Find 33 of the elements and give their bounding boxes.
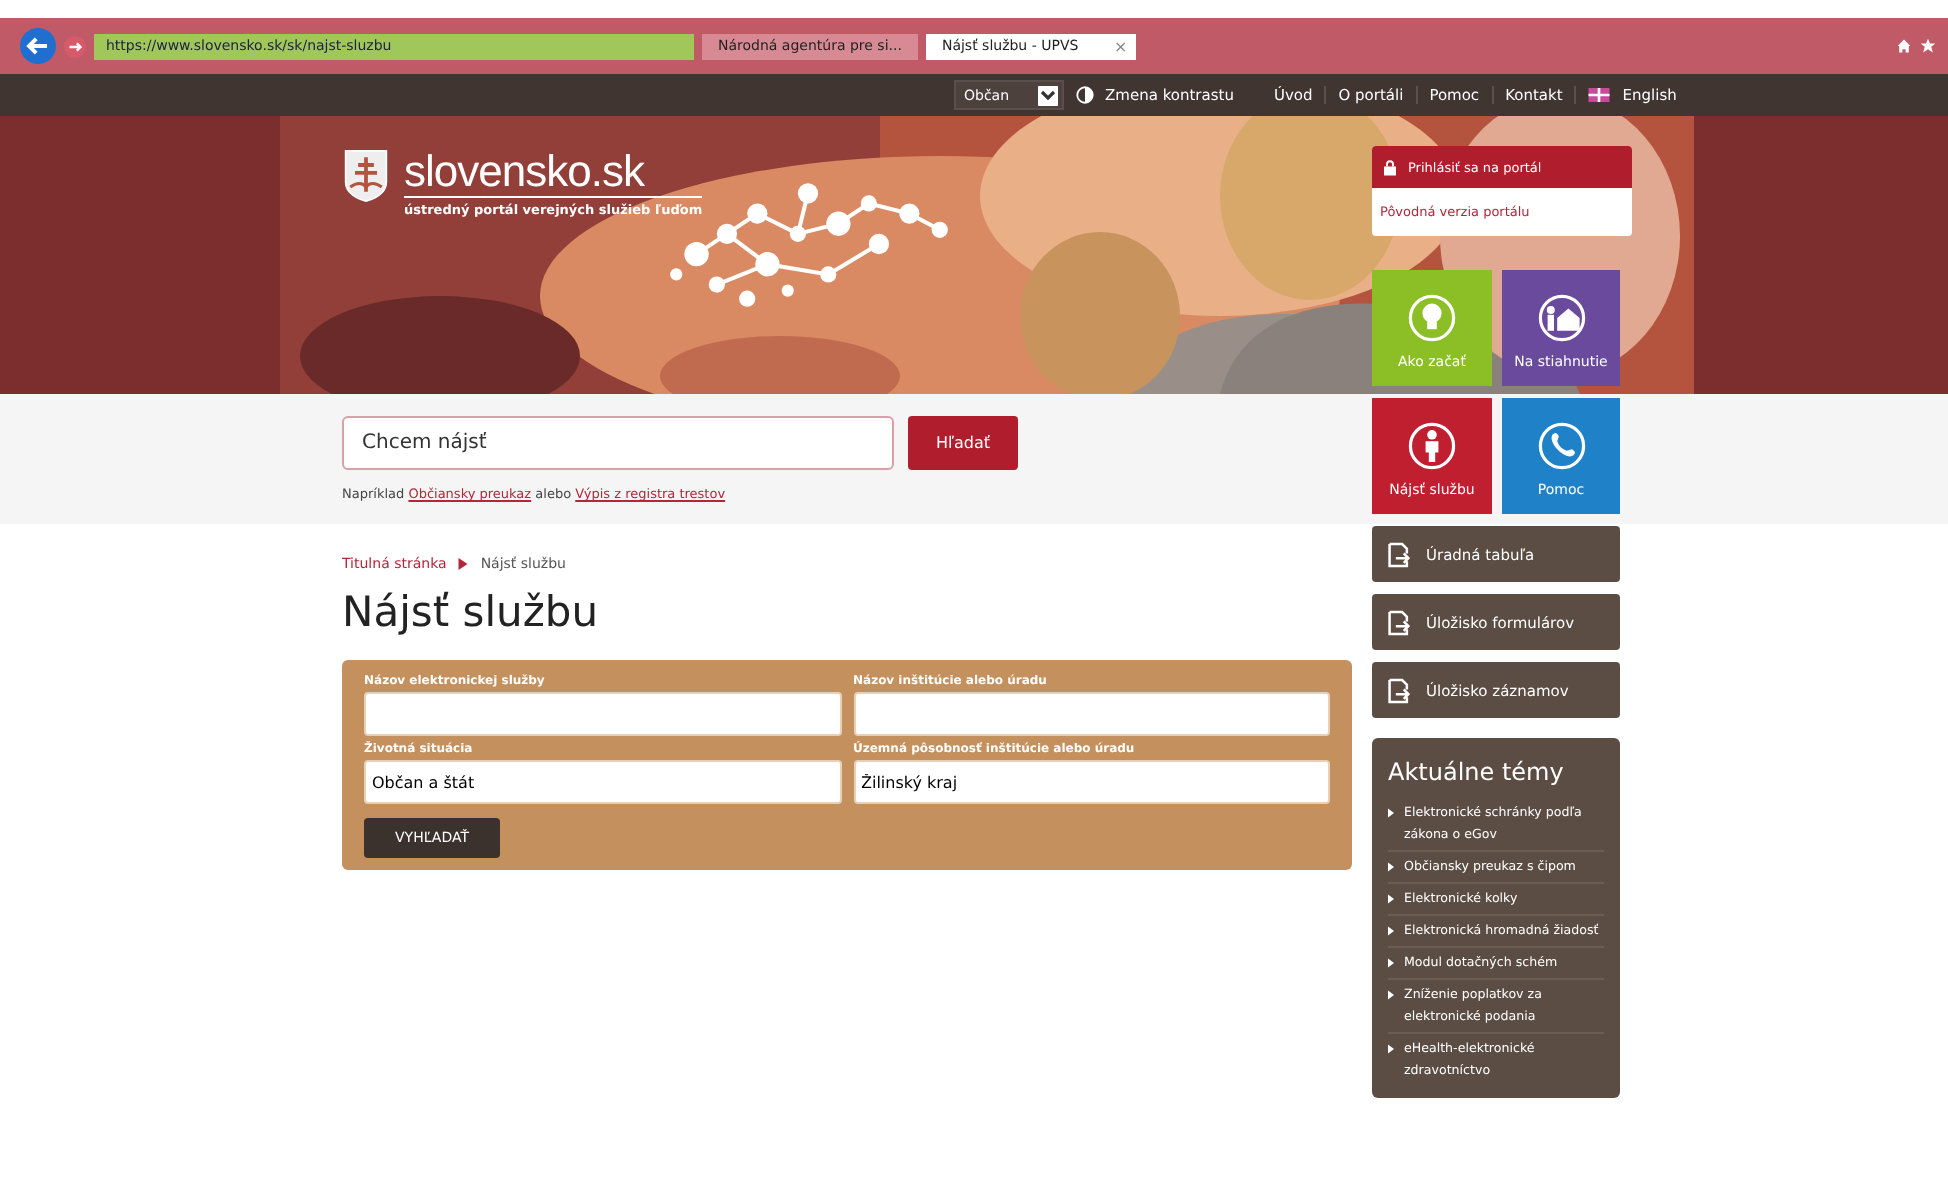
bullet-arrow-icon xyxy=(1388,862,1394,872)
document-arrow-icon xyxy=(1388,677,1410,703)
phone-icon xyxy=(1537,422,1585,470)
close-tab-icon[interactable]: × xyxy=(1113,33,1136,59)
input-field[interactable] xyxy=(364,692,841,736)
house-icon xyxy=(1537,294,1585,342)
home-icon[interactable] xyxy=(1896,38,1912,54)
search-field[interactable]: Chcem nájsť xyxy=(342,416,894,470)
star-icon[interactable] xyxy=(1920,38,1936,54)
lock-icon xyxy=(1384,159,1396,175)
coat-of-arms-icon xyxy=(344,148,388,204)
page-title: Nájsť službu xyxy=(342,588,601,636)
input-field[interactable] xyxy=(853,692,1330,736)
forward-icon[interactable] xyxy=(64,35,86,57)
bullet-arrow-icon xyxy=(1388,990,1394,1000)
bullet-arrow-icon xyxy=(1388,1044,1394,1054)
topics-title: Aktuálne témy xyxy=(1388,758,1566,786)
breadcrumb-arrow-icon xyxy=(458,558,469,570)
flag-icon xyxy=(1588,88,1611,102)
bullet-arrow-icon xyxy=(1388,894,1394,904)
bullet-arrow-icon xyxy=(1388,808,1394,818)
person-icon xyxy=(1408,422,1456,470)
site-logo[interactable]: slovensko.sk xyxy=(404,148,703,198)
back-icon[interactable] xyxy=(20,28,56,64)
lightbulb-icon xyxy=(1408,294,1456,342)
contrast-icon xyxy=(1075,86,1094,104)
bullet-arrow-icon xyxy=(1388,926,1394,936)
search-button[interactable]: Hľadať xyxy=(908,416,1018,470)
document-arrow-icon xyxy=(1388,541,1410,567)
bullet-arrow-icon xyxy=(1388,958,1394,968)
input-field[interactable]: Občan a štát xyxy=(364,760,841,804)
dropdown-icon[interactable] xyxy=(1037,85,1058,105)
document-arrow-icon xyxy=(1388,609,1410,635)
